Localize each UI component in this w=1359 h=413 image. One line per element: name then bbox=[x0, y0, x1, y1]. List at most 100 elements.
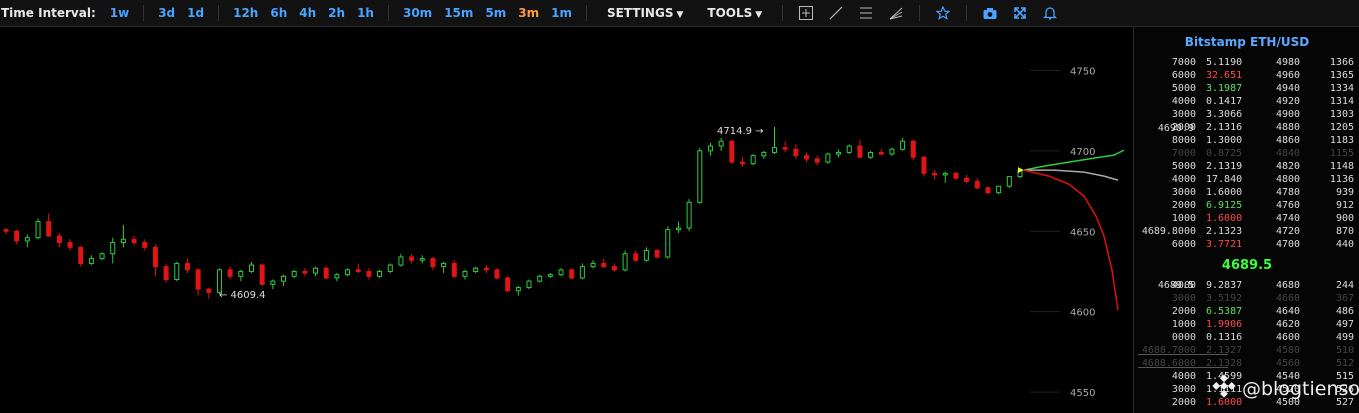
high-price-annotation: 4714.9 → bbox=[717, 126, 764, 137]
interval-button-3d[interactable]: 3d bbox=[158, 6, 175, 20]
candle-body-up bbox=[686, 201, 692, 229]
level-cumulative: 244 bbox=[1335, 280, 1354, 291]
crosshair-icon[interactable] bbox=[797, 4, 815, 22]
camera-icon[interactable] bbox=[981, 4, 999, 22]
order-book-divider bbox=[1138, 354, 1228, 355]
interval-button-5m[interactable]: 5m bbox=[485, 6, 506, 20]
candle-body-down bbox=[953, 172, 959, 179]
interval-button-6h[interactable]: 6h bbox=[270, 6, 287, 20]
candle bbox=[238, 269, 244, 282]
candle bbox=[558, 268, 564, 277]
level-price: 4700 bbox=[1276, 239, 1301, 250]
ask-row: 1000 1.6000 4740 900 bbox=[1134, 213, 1359, 226]
level-amount: 17.840 bbox=[1206, 174, 1243, 185]
level-amount: 2.1319 bbox=[1206, 161, 1243, 172]
y-axis-tick-label: 4700 bbox=[1070, 147, 1095, 158]
candle bbox=[547, 273, 553, 278]
star-icon[interactable] bbox=[934, 4, 952, 22]
candle-body-up bbox=[996, 185, 1002, 194]
candle bbox=[793, 144, 799, 159]
settings-menu[interactable]: SETTINGS ▼ bbox=[607, 6, 683, 20]
level-total: 6000 bbox=[1171, 239, 1196, 250]
horizontal-lines-icon[interactable] bbox=[857, 4, 875, 22]
level-amount: 3.7721 bbox=[1206, 239, 1243, 250]
level-price: 4840 bbox=[1276, 148, 1301, 159]
level-cumulative: 1148 bbox=[1329, 161, 1354, 172]
level-cumulative: 510 bbox=[1335, 345, 1354, 356]
candle-body-down bbox=[878, 151, 884, 155]
level-total: 5000 bbox=[1171, 161, 1196, 172]
interval-button-15m[interactable]: 15m bbox=[444, 6, 473, 20]
candle-body-down bbox=[611, 266, 617, 271]
candle-body-up bbox=[900, 140, 906, 150]
order-book-title: Bitstamp ETH/USD bbox=[1184, 35, 1310, 49]
candle-body-up bbox=[547, 274, 553, 277]
candle bbox=[473, 266, 479, 274]
fan-lines-icon[interactable] bbox=[887, 4, 905, 22]
interval-button-1m[interactable]: 1m bbox=[551, 6, 572, 20]
order-book: Bitstamp ETH/USD 7000 5.1190 4980 1366 6000 3… bbox=[1133, 27, 1359, 413]
low-price-annotation: ← 4609.4 bbox=[219, 290, 266, 301]
candle-body-down bbox=[259, 264, 265, 285]
level-total: 3000 bbox=[1171, 187, 1196, 198]
candle-body-down bbox=[964, 177, 970, 182]
candle bbox=[985, 186, 991, 195]
toolbar-divider bbox=[966, 5, 968, 21]
candle bbox=[142, 239, 148, 251]
trend-line-icon[interactable] bbox=[827, 4, 845, 22]
candle bbox=[1006, 176, 1012, 188]
fullscreen-icon[interactable] bbox=[1011, 4, 1029, 22]
candle-body-down bbox=[804, 155, 810, 160]
candle bbox=[964, 174, 970, 184]
interval-button-2h[interactable]: 2h bbox=[328, 6, 345, 20]
candle-body-up bbox=[761, 151, 767, 157]
candle bbox=[131, 236, 137, 246]
interval-button-1d[interactable]: 1d bbox=[187, 6, 204, 20]
toolbar-divider bbox=[919, 5, 921, 21]
candle bbox=[974, 178, 980, 190]
candle bbox=[451, 260, 457, 278]
level-cumulative: 499 bbox=[1335, 332, 1354, 343]
level-price: 4780 bbox=[1276, 187, 1301, 198]
candle bbox=[505, 276, 511, 293]
candle-body-up bbox=[718, 140, 724, 147]
candle-body-down bbox=[483, 267, 489, 271]
candle bbox=[35, 218, 41, 240]
tools-menu[interactable]: TOOLS ▼ bbox=[707, 6, 762, 20]
ask-row: 4000 0.1417 4920 1314 bbox=[1134, 96, 1359, 109]
candle bbox=[163, 263, 169, 283]
level-price: 4920 bbox=[1276, 96, 1301, 107]
interval-button-1h[interactable]: 1h bbox=[357, 6, 374, 20]
level-price: 4600 bbox=[1276, 332, 1301, 343]
candle bbox=[3, 228, 9, 235]
interval-button-12h[interactable]: 12h bbox=[233, 6, 258, 20]
interval-button-30m[interactable]: 30m bbox=[403, 6, 432, 20]
candle bbox=[665, 226, 671, 259]
interval-button-4h[interactable]: 4h bbox=[299, 6, 316, 20]
level-price: 4980 bbox=[1276, 57, 1301, 68]
candle-body-up bbox=[174, 262, 180, 281]
candle-body-up bbox=[846, 145, 852, 153]
bell-icon[interactable] bbox=[1041, 4, 1059, 22]
candle bbox=[419, 255, 425, 264]
candle-body-down bbox=[857, 145, 863, 158]
candle-body-up bbox=[99, 253, 105, 260]
level-price: 4640 bbox=[1276, 306, 1301, 317]
candle bbox=[184, 258, 190, 274]
interval-button-1w[interactable]: 1w bbox=[110, 6, 129, 20]
interval-button-3m[interactable]: 3m bbox=[518, 6, 539, 20]
candle bbox=[633, 250, 639, 262]
candle-body-up bbox=[35, 221, 41, 239]
candle-body-up bbox=[377, 270, 383, 277]
candle-body-up bbox=[622, 253, 628, 271]
candle-body-up bbox=[707, 145, 713, 152]
settings-label: SETTINGS bbox=[606, 6, 674, 20]
price-chart[interactable]: 4750 4700 4650 4600 4550 4714.9 → ← 4609.4 bbox=[0, 27, 1133, 413]
candle-body-down bbox=[409, 256, 415, 261]
ask-row: 3000 1.6000 4780 939 bbox=[1134, 187, 1359, 200]
candle-body-up bbox=[825, 153, 831, 163]
candle-body-down bbox=[633, 253, 639, 261]
candle-body-down bbox=[78, 246, 84, 264]
y-axis-tick-label: 4650 bbox=[1070, 227, 1095, 238]
candle bbox=[462, 269, 468, 280]
